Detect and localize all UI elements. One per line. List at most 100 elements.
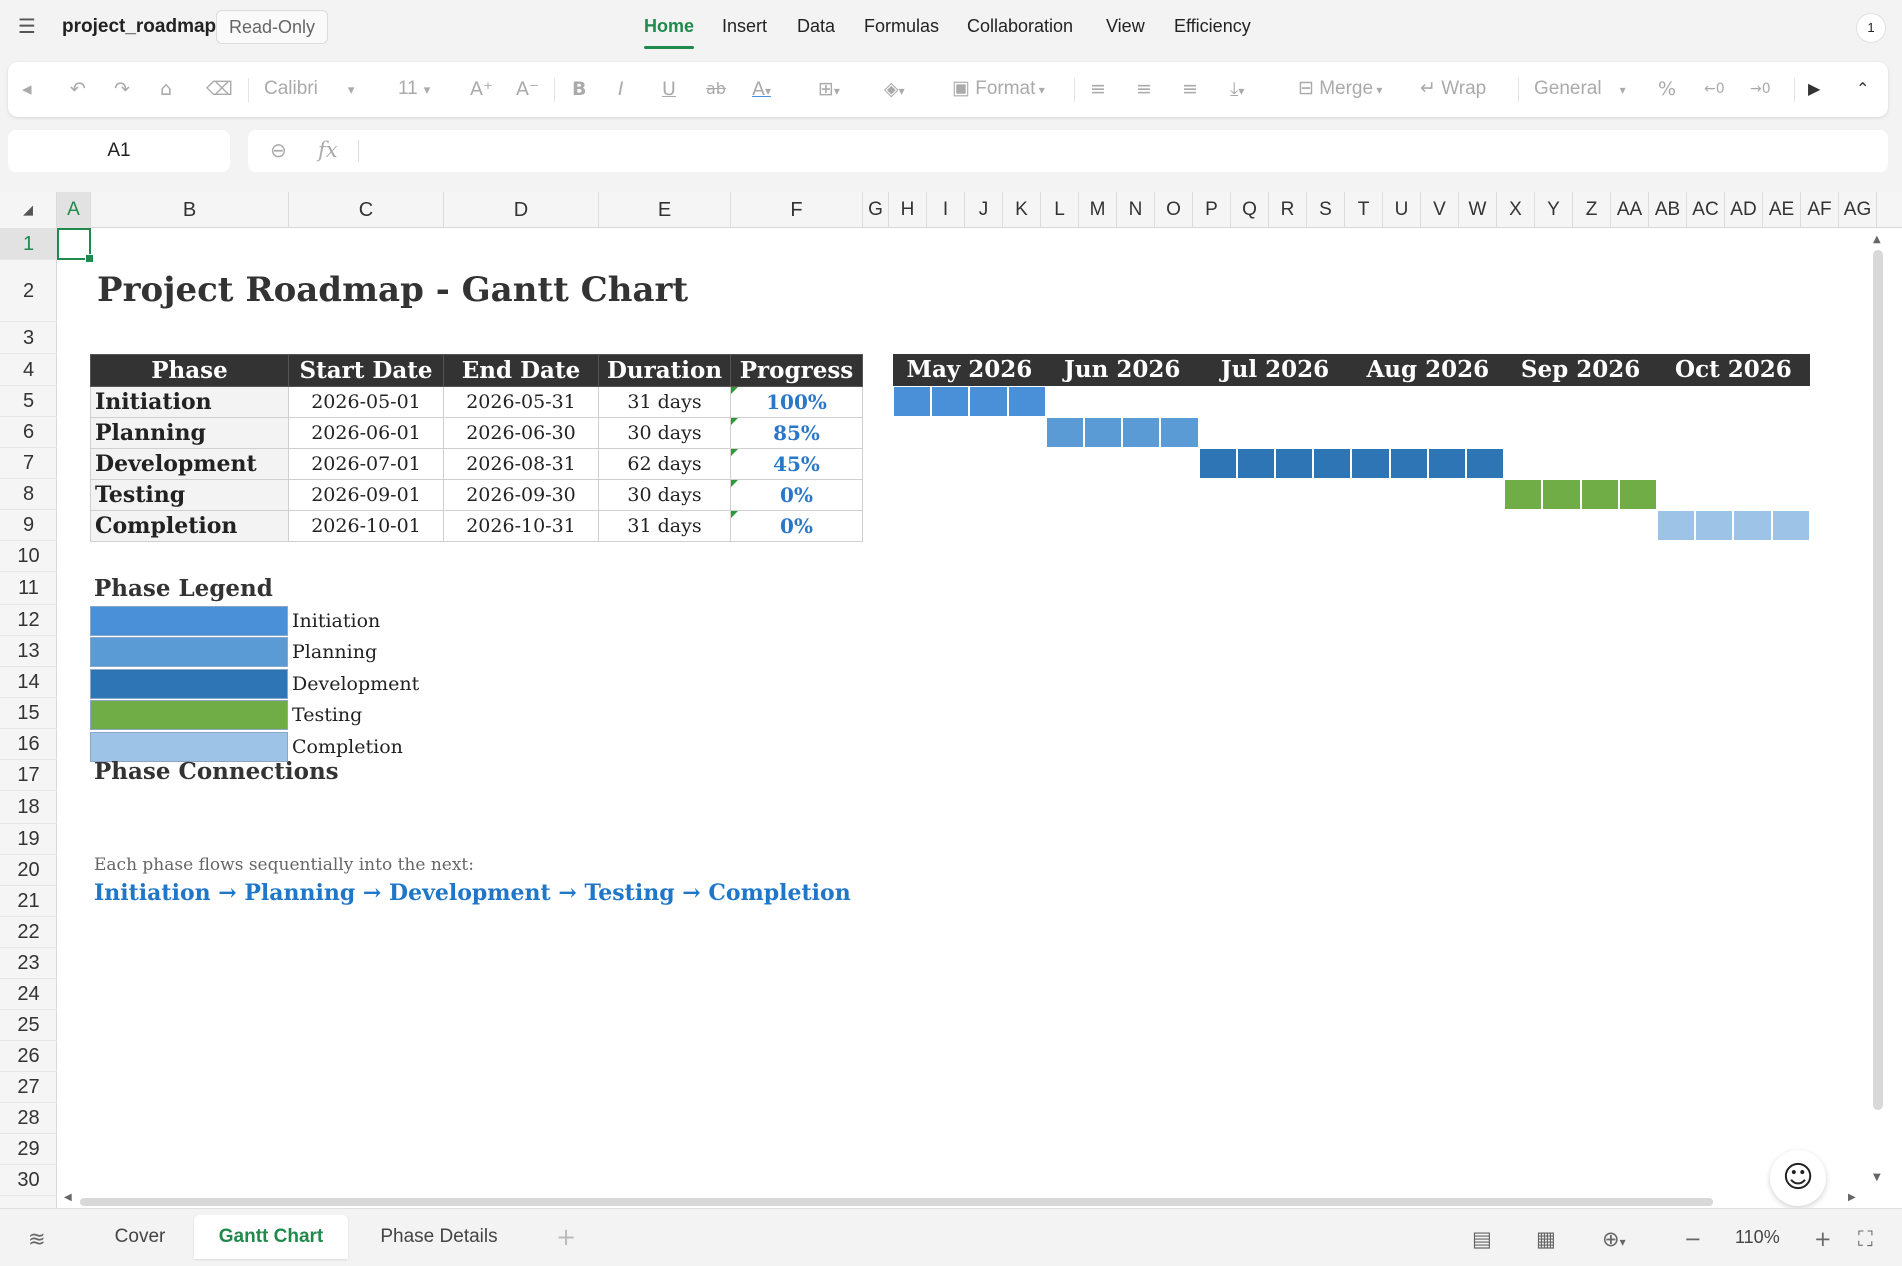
cell-duration[interactable]: 62 days [598, 448, 731, 480]
undo-icon[interactable]: ↶ [70, 72, 86, 106]
column-header-b[interactable]: B [91, 192, 289, 228]
column-header-ac[interactable]: AC [1687, 192, 1725, 228]
column-header-d[interactable]: D [444, 192, 599, 228]
cell-end[interactable]: 2026-05-31 [443, 386, 599, 418]
clear-format-icon[interactable]: ⌫ [206, 72, 233, 106]
more-tools-icon[interactable]: ▶ [1808, 72, 1820, 106]
gantt-bar-cell-testing[interactable] [1618, 479, 1657, 510]
column-header-p[interactable]: P [1193, 192, 1231, 228]
column-header-c[interactable]: C [289, 192, 444, 228]
name-box[interactable]: A1 [8, 130, 230, 172]
cell-duration[interactable]: 30 days [598, 417, 731, 449]
decrease-font-icon[interactable]: A⁻ [516, 72, 539, 106]
column-header-y[interactable]: Y [1535, 192, 1573, 228]
cell-end[interactable]: 2026-06-30 [443, 417, 599, 449]
row-header-19[interactable]: 19 [0, 824, 57, 855]
gantt-bar-cell-development[interactable] [1389, 448, 1428, 479]
percent-icon[interactable]: % [1658, 72, 1676, 106]
row-header-4[interactable]: 4 [0, 354, 57, 386]
column-header-l[interactable]: L [1041, 192, 1079, 228]
menu-formulas[interactable]: Formulas [864, 16, 939, 37]
bold-icon[interactable]: B [572, 72, 586, 106]
comment-view-icon[interactable]: ▦ [1536, 1227, 1556, 1251]
format-button[interactable]: ▣ Format ▾ [952, 72, 1045, 106]
row-header-30[interactable]: 30 [0, 1165, 57, 1196]
scroll-right-arrow-icon[interactable]: ▶ [1848, 1192, 1856, 1203]
column-header-f[interactable]: F [731, 192, 863, 228]
cell-start[interactable]: 2026-07-01 [288, 448, 444, 480]
row-header-25[interactable]: 25 [0, 1010, 57, 1041]
cell-phase[interactable]: Testing [90, 479, 289, 511]
row-header-2[interactable]: 2 [0, 260, 57, 322]
column-header-r[interactable]: R [1269, 192, 1307, 228]
column-header-q[interactable]: Q [1231, 192, 1269, 228]
scroll-left-icon[interactable]: ◂ [22, 72, 32, 106]
column-header-ae[interactable]: AE [1763, 192, 1801, 228]
row-header-13[interactable]: 13 [0, 636, 57, 667]
decrease-decimal-icon[interactable]: ←0 [1704, 72, 1725, 106]
sheet-tab-cover[interactable]: Cover [84, 1215, 196, 1259]
gantt-bar-cell-development[interactable] [1313, 448, 1352, 479]
gantt-bar-cell-development[interactable] [1427, 448, 1466, 479]
row-header-3[interactable]: 3 [0, 322, 57, 354]
gantt-bar-cell-testing[interactable] [1580, 479, 1619, 510]
column-header-h[interactable]: H [889, 192, 927, 228]
fullscreen-icon[interactable]: ⛶ [1858, 1227, 1873, 1252]
row-header-29[interactable]: 29 [0, 1134, 57, 1165]
column-header-g[interactable]: G [863, 192, 889, 228]
selected-cell-a1[interactable] [57, 228, 94, 263]
cell-start[interactable]: 2026-10-01 [288, 510, 444, 542]
horizontal-scrollbar[interactable] [80, 1198, 1713, 1206]
column-header-j[interactable]: J [965, 192, 1003, 228]
cell-progress[interactable]: 100% [730, 386, 863, 418]
fill-color-icon[interactable]: ◈▾ [884, 72, 905, 106]
row-header-8[interactable]: 8 [0, 479, 57, 510]
gantt-bar-cell-development[interactable] [1198, 448, 1237, 479]
cell-start[interactable]: 2026-06-01 [288, 417, 444, 449]
menu-insert[interactable]: Insert [722, 16, 767, 37]
format-painter-icon[interactable]: ⌂ [160, 72, 172, 106]
row-header-6[interactable]: 6 [0, 417, 57, 448]
row-header-16[interactable]: 16 [0, 729, 57, 760]
sheet-list-icon[interactable]: ≋ [28, 1227, 46, 1251]
font-size-select[interactable]: 11 ▾ [398, 72, 448, 106]
gantt-bar-cell-initiation[interactable] [931, 386, 970, 417]
cell-progress[interactable]: 0% [730, 510, 863, 542]
gantt-bar-cell-testing[interactable] [1542, 479, 1581, 510]
gantt-bar-cell-initiation[interactable] [893, 386, 932, 417]
column-header-n[interactable]: N [1117, 192, 1155, 228]
assistant-avatar-icon[interactable]: ☺ [1770, 1150, 1826, 1206]
zoom-in-icon[interactable]: + [1814, 1227, 1832, 1251]
cell-duration[interactable]: 31 days [598, 386, 731, 418]
sheet-tab-gantt-chart[interactable]: Gantt Chart [194, 1215, 348, 1259]
gantt-bar-cell-development[interactable] [1351, 448, 1390, 479]
column-header-w[interactable]: W [1459, 192, 1497, 228]
row-header-5[interactable]: 5 [0, 386, 57, 417]
vertical-scrollbar[interactable] [1873, 250, 1883, 1110]
row-header-11[interactable]: 11 [0, 572, 57, 605]
cell-phase[interactable]: Initiation [90, 386, 289, 418]
gantt-bar-cell-testing[interactable] [1504, 479, 1543, 510]
cell-phase[interactable]: Planning [90, 417, 289, 449]
column-header-t[interactable]: T [1345, 192, 1383, 228]
select-all-corner[interactable]: ◢ [0, 192, 57, 228]
zoom-out-icon[interactable]: − [1684, 1227, 1702, 1251]
row-header-21[interactable]: 21 [0, 886, 57, 917]
column-header-ad[interactable]: AD [1725, 192, 1763, 228]
row-header-10[interactable]: 10 [0, 541, 57, 572]
redo-icon[interactable]: ↷ [114, 72, 130, 106]
cell-end[interactable]: 2026-08-31 [443, 448, 599, 480]
row-header-15[interactable]: 15 [0, 698, 57, 729]
notification-badge[interactable]: 1 [1856, 13, 1886, 43]
column-header-aa[interactable]: AA [1611, 192, 1649, 228]
menu-efficiency[interactable]: Efficiency [1174, 16, 1251, 37]
italic-icon[interactable]: I [618, 72, 624, 106]
increase-font-icon[interactable]: A⁺ [470, 72, 493, 106]
column-header-o[interactable]: O [1155, 192, 1193, 228]
cell-end[interactable]: 2026-10-31 [443, 510, 599, 542]
row-header-14[interactable]: 14 [0, 667, 57, 698]
gantt-bar-cell-completion[interactable] [1695, 510, 1734, 541]
scroll-left-arrow-icon[interactable]: ◀ [64, 1192, 72, 1203]
collapse-ribbon-icon[interactable]: ⌃ [1856, 72, 1869, 106]
gantt-bar-cell-initiation[interactable] [1007, 386, 1046, 417]
